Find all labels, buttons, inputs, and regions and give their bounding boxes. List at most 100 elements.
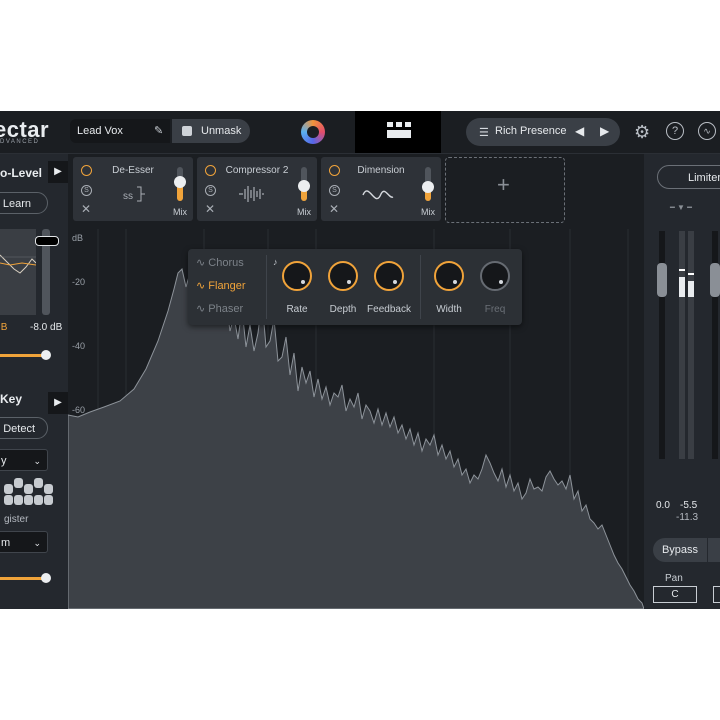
input-gain-fader-thumb[interactable] bbox=[657, 263, 667, 297]
key-scale-dot[interactable] bbox=[4, 484, 13, 494]
autolevel-amount-slider[interactable] bbox=[0, 354, 46, 357]
knob-label: Rate bbox=[286, 304, 308, 315]
pencil-icon[interactable]: ✎ bbox=[154, 124, 163, 137]
mode-chorus[interactable]: ∿ Chorus bbox=[196, 256, 244, 269]
key-scale-dot[interactable] bbox=[14, 478, 23, 488]
key-amount-thumb[interactable] bbox=[41, 573, 51, 583]
dimension-effect-popup: ∿ Chorus ∿ Flanger ∿ Phaser ♪ Rate Depth Fee… bbox=[188, 249, 522, 325]
output-peak-value: -5.5 bbox=[680, 500, 698, 511]
detect-button[interactable]: Detect bbox=[0, 417, 48, 439]
level-output-value: -8.0 dB bbox=[30, 322, 63, 333]
plus-icon[interactable]: + bbox=[497, 172, 510, 198]
mix-slider[interactable] bbox=[174, 167, 186, 201]
key-arrow-button[interactable]: ▶ bbox=[48, 392, 68, 414]
width-value-field[interactable] bbox=[713, 586, 720, 603]
unmask-button[interactable]: Unmask bbox=[172, 119, 250, 143]
mix-slider-thumb[interactable] bbox=[422, 181, 434, 193]
close-icon[interactable]: ✕ bbox=[81, 203, 91, 215]
list-icon[interactable]: ☰ bbox=[479, 126, 489, 139]
knob-depth[interactable] bbox=[328, 261, 358, 291]
module-compressor-2[interactable]: Compressor 2 S ✕ Mix bbox=[197, 157, 317, 221]
close-icon[interactable]: ✕ bbox=[329, 203, 339, 215]
help-icon[interactable]: ? bbox=[666, 122, 684, 140]
power-icon[interactable] bbox=[81, 165, 92, 176]
key-scale-dot[interactable] bbox=[24, 484, 33, 494]
level-input-value: IB bbox=[0, 322, 8, 333]
meter-level-right bbox=[688, 281, 694, 297]
solo-button[interactable]: S bbox=[81, 185, 92, 196]
solo-button[interactable]: S bbox=[329, 185, 340, 196]
module-de-esser[interactable]: De-Esser S ✕ ss Mix bbox=[73, 157, 193, 221]
wave-icon: ∿ bbox=[196, 303, 209, 315]
pan-label: Pan bbox=[665, 573, 683, 584]
top-bar: ectar DVANCED Lead Vox ✎ Unmask ☰ Rich P… bbox=[0, 111, 720, 154]
svg-text:ss: ss bbox=[123, 191, 133, 202]
key-scale-dot[interactable] bbox=[24, 495, 33, 505]
sync-note-icon[interactable]: ♪ bbox=[273, 257, 278, 267]
key-scale-dot[interactable] bbox=[34, 495, 43, 505]
key-amount-slider[interactable] bbox=[0, 577, 46, 580]
key-scale-dot[interactable] bbox=[4, 495, 13, 505]
mix-slider-thumb[interactable] bbox=[174, 176, 186, 188]
popup-divider bbox=[266, 255, 267, 319]
next-preset-button[interactable]: ▶ bbox=[600, 124, 609, 138]
module-dimension[interactable]: Dimension S ✕ Mix bbox=[321, 157, 441, 221]
knob-rate[interactable] bbox=[282, 261, 312, 291]
mode-label: Chorus bbox=[208, 257, 244, 269]
learn-button[interactable]: Learn bbox=[0, 192, 48, 214]
preset-browser-label[interactable]: Rich Presence bbox=[495, 125, 567, 137]
meter-dropdown-icon[interactable]: ━ ▼ ━ bbox=[670, 203, 692, 212]
mix-slider[interactable] bbox=[298, 167, 310, 201]
autolevel-arrow-button[interactable]: ▶ bbox=[48, 161, 68, 183]
limiter-button[interactable]: Limiter bbox=[657, 165, 720, 189]
mix-label: Mix bbox=[421, 207, 435, 217]
unmask-label: Unmask bbox=[201, 125, 242, 137]
autolevel-amount-thumb[interactable] bbox=[41, 350, 51, 360]
bypass-button[interactable]: Bypass bbox=[653, 538, 707, 562]
peak-marker-left bbox=[679, 269, 685, 271]
output-meter-left bbox=[679, 231, 685, 459]
knob-label: Freq bbox=[484, 304, 506, 315]
knob-width[interactable] bbox=[434, 261, 464, 291]
previous-preset-button[interactable]: ◀ bbox=[575, 124, 584, 138]
power-icon[interactable] bbox=[329, 165, 340, 176]
key-scale-dot[interactable] bbox=[34, 478, 43, 488]
knob-indicator bbox=[301, 280, 305, 284]
peak-marker-right bbox=[688, 273, 694, 275]
mono-button[interactable] bbox=[708, 538, 720, 562]
pan-value-field[interactable]: C bbox=[653, 586, 697, 603]
link-icon[interactable]: ∿ bbox=[698, 122, 716, 140]
meter-level-left bbox=[679, 277, 685, 297]
chevron-down-icon: ⌄ bbox=[33, 456, 41, 466]
key-scale-dot[interactable] bbox=[44, 484, 53, 494]
close-icon[interactable]: ✕ bbox=[205, 203, 215, 215]
popup-divider bbox=[420, 255, 421, 319]
register-dropdown-value: m bbox=[1, 537, 11, 549]
visual-mixer-icon[interactable] bbox=[301, 120, 325, 144]
gear-icon[interactable]: ⚙ bbox=[634, 122, 650, 143]
knob-feedback[interactable] bbox=[374, 261, 404, 291]
output-gain-fader-thumb[interactable] bbox=[710, 263, 720, 297]
key-dropdown[interactable]: y ⌄ bbox=[0, 449, 48, 471]
key-scale-dot[interactable] bbox=[44, 495, 53, 505]
key-scale-dot[interactable] bbox=[14, 495, 23, 505]
solo-button[interactable]: S bbox=[205, 185, 216, 196]
level-slider-thumb[interactable] bbox=[35, 236, 59, 246]
mix-label: Mix bbox=[297, 207, 311, 217]
knob-indicator bbox=[499, 280, 503, 284]
mode-phaser[interactable]: ∿ Phaser bbox=[196, 302, 243, 315]
knob-indicator bbox=[347, 280, 351, 284]
knob-freq[interactable] bbox=[480, 261, 510, 291]
mix-label: Mix bbox=[173, 207, 187, 217]
module-type-icon bbox=[239, 186, 264, 202]
knob-indicator bbox=[453, 280, 457, 284]
register-dropdown[interactable]: m ⌄ bbox=[0, 531, 48, 553]
mix-slider-thumb[interactable] bbox=[298, 180, 310, 192]
db-tick-label: dB bbox=[72, 233, 83, 243]
mode-flanger[interactable]: ∿ Flanger bbox=[196, 279, 246, 292]
mix-slider[interactable] bbox=[422, 167, 434, 201]
key-title: Key bbox=[0, 392, 23, 406]
power-icon[interactable] bbox=[205, 165, 216, 176]
mode-label: Phaser bbox=[208, 303, 244, 315]
wave-icon: ∿ bbox=[196, 280, 209, 292]
